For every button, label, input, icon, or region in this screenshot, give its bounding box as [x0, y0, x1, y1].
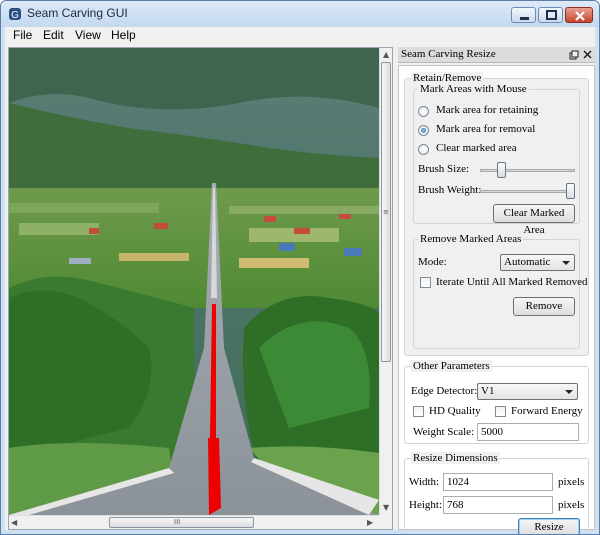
hd-quality-label[interactable]: HD Quality	[429, 405, 481, 417]
panel-title: Seam Carving Resize	[401, 48, 496, 60]
height-unit: pixels	[558, 499, 585, 511]
resize-dimensions-legend: Resize Dimensions	[411, 452, 500, 464]
clear-marked-label[interactable]: Clear marked area	[436, 142, 517, 154]
float-panel-icon[interactable]	[569, 50, 579, 60]
scroll-down-icon[interactable]: ▼	[383, 503, 389, 512]
maximize-icon	[546, 10, 557, 20]
width-value: 1024	[447, 476, 469, 488]
chevron-down-icon	[565, 390, 573, 394]
svg-text:G: G	[11, 10, 19, 21]
other-parameters-legend: Other Parameters	[411, 360, 492, 372]
horizontal-grip-icon: III	[174, 518, 181, 526]
panel-close-icon[interactable]	[583, 50, 592, 59]
width-unit: pixels	[558, 476, 585, 488]
remove-marked-legend: Remove Marked Areas	[418, 233, 524, 245]
panel-title-bar[interactable]: Seam Carving Resize	[398, 47, 595, 63]
menu-bar: File Edit View Help	[5, 27, 595, 45]
landscape-photo	[9, 48, 379, 515]
close-icon	[575, 11, 585, 21]
weight-scale-value: 5000	[481, 426, 503, 438]
mark-retain-radio[interactable]	[418, 106, 429, 117]
menu-view[interactable]: View	[75, 28, 101, 42]
mode-label: Mode:	[418, 256, 447, 268]
height-value: 768	[447, 499, 464, 511]
clear-marked-area-button[interactable]: Clear Marked Area	[493, 204, 575, 236]
mark-areas-group: Mark Areas with Mouse Mark area for reta…	[413, 83, 580, 236]
minimize-icon	[520, 17, 529, 20]
brush-weight-track[interactable]	[480, 190, 575, 193]
vertical-scroll-thumb[interactable]: ≡	[381, 62, 391, 362]
edge-detector-value: V1	[481, 385, 495, 397]
app-window: G Seam Carving GUI File Edit View Help ▲…	[0, 0, 600, 535]
edge-detector-select[interactable]: V1	[477, 383, 578, 400]
mark-retain-label[interactable]: Mark area for retaining	[436, 104, 538, 116]
width-label: Width:	[409, 476, 440, 488]
resize-dimensions-group: Resize Dimensions Width: 1024 pixels Hei…	[404, 452, 589, 534]
menu-file[interactable]: File	[13, 28, 32, 42]
remove-button[interactable]: Remove	[513, 297, 575, 316]
maximize-button[interactable]	[538, 7, 563, 23]
seam-carving-panel: Seam Carving Resize Retain/Remove Mark A…	[398, 47, 595, 534]
edge-detector-label: Edge Detector:	[411, 385, 478, 397]
clear-marked-radio[interactable]	[418, 144, 429, 155]
weight-scale-label: Weight Scale:	[413, 426, 475, 438]
image-canvas[interactable]	[9, 48, 379, 515]
app-icon: G	[9, 8, 21, 21]
mark-removal-radio[interactable]	[418, 125, 429, 136]
vertical-grip-icon: ≡	[383, 208, 389, 216]
vertical-scrollbar[interactable]: ▲ ≡ ▼	[379, 48, 392, 515]
forward-energy-label[interactable]: Forward Energy	[511, 405, 583, 417]
mode-select[interactable]: Automatic	[500, 254, 575, 271]
mode-value: Automatic	[504, 256, 551, 268]
height-label: Height:	[409, 499, 442, 511]
scroll-right-icon[interactable]: ▶	[367, 518, 373, 527]
hd-quality-checkbox[interactable]	[413, 406, 424, 417]
brush-weight-label: Brush Weight:	[418, 184, 482, 196]
brush-size-track[interactable]	[480, 169, 575, 172]
menu-help[interactable]: Help	[111, 28, 136, 42]
image-viewer: ▲ ≡ ▼ ◀ III ▶	[8, 47, 393, 530]
iterate-checkbox[interactable]	[420, 277, 431, 288]
iterate-label[interactable]: Iterate Until All Marked Removed	[436, 276, 588, 288]
horizontal-scroll-thumb[interactable]: III	[109, 517, 254, 528]
scroll-corner	[379, 515, 392, 529]
panel-content: Retain/Remove Mark Areas with Mouse Mark…	[398, 65, 595, 534]
minimize-button[interactable]	[511, 7, 536, 23]
brush-weight-slider[interactable]	[566, 183, 575, 199]
resize-button[interactable]: Resize	[518, 518, 580, 534]
weight-scale-field[interactable]: 5000	[477, 423, 579, 441]
height-field[interactable]: 768	[443, 496, 553, 514]
width-field[interactable]: 1024	[443, 473, 553, 491]
horizontal-scrollbar[interactable]: ◀ III ▶	[9, 515, 379, 529]
brush-size-label: Brush Size:	[418, 163, 470, 175]
retain-remove-group: Retain/Remove Mark Areas with Mouse Mark…	[404, 72, 589, 356]
title-bar[interactable]: G Seam Carving GUI	[1, 1, 599, 27]
remove-marked-group: Remove Marked Areas Mode: Automatic Iter…	[413, 233, 588, 349]
mark-removal-label[interactable]: Mark area for removal	[436, 123, 535, 135]
mark-areas-legend: Mark Areas with Mouse	[418, 83, 529, 95]
close-button[interactable]	[565, 7, 593, 23]
other-parameters-group: Other Parameters Edge Detector: V1 HD Qu…	[404, 360, 589, 444]
chevron-down-icon	[562, 261, 570, 265]
scroll-up-icon[interactable]: ▲	[383, 50, 389, 59]
scroll-left-icon[interactable]: ◀	[11, 518, 17, 527]
menu-edit[interactable]: Edit	[43, 28, 64, 42]
window-title: Seam Carving GUI	[27, 6, 128, 20]
client-area: ▲ ≡ ▼ ◀ III ▶ Seam Carving Resize Retain…	[5, 45, 595, 534]
brush-size-slider[interactable]	[497, 162, 507, 178]
forward-energy-checkbox[interactable]	[495, 406, 506, 417]
